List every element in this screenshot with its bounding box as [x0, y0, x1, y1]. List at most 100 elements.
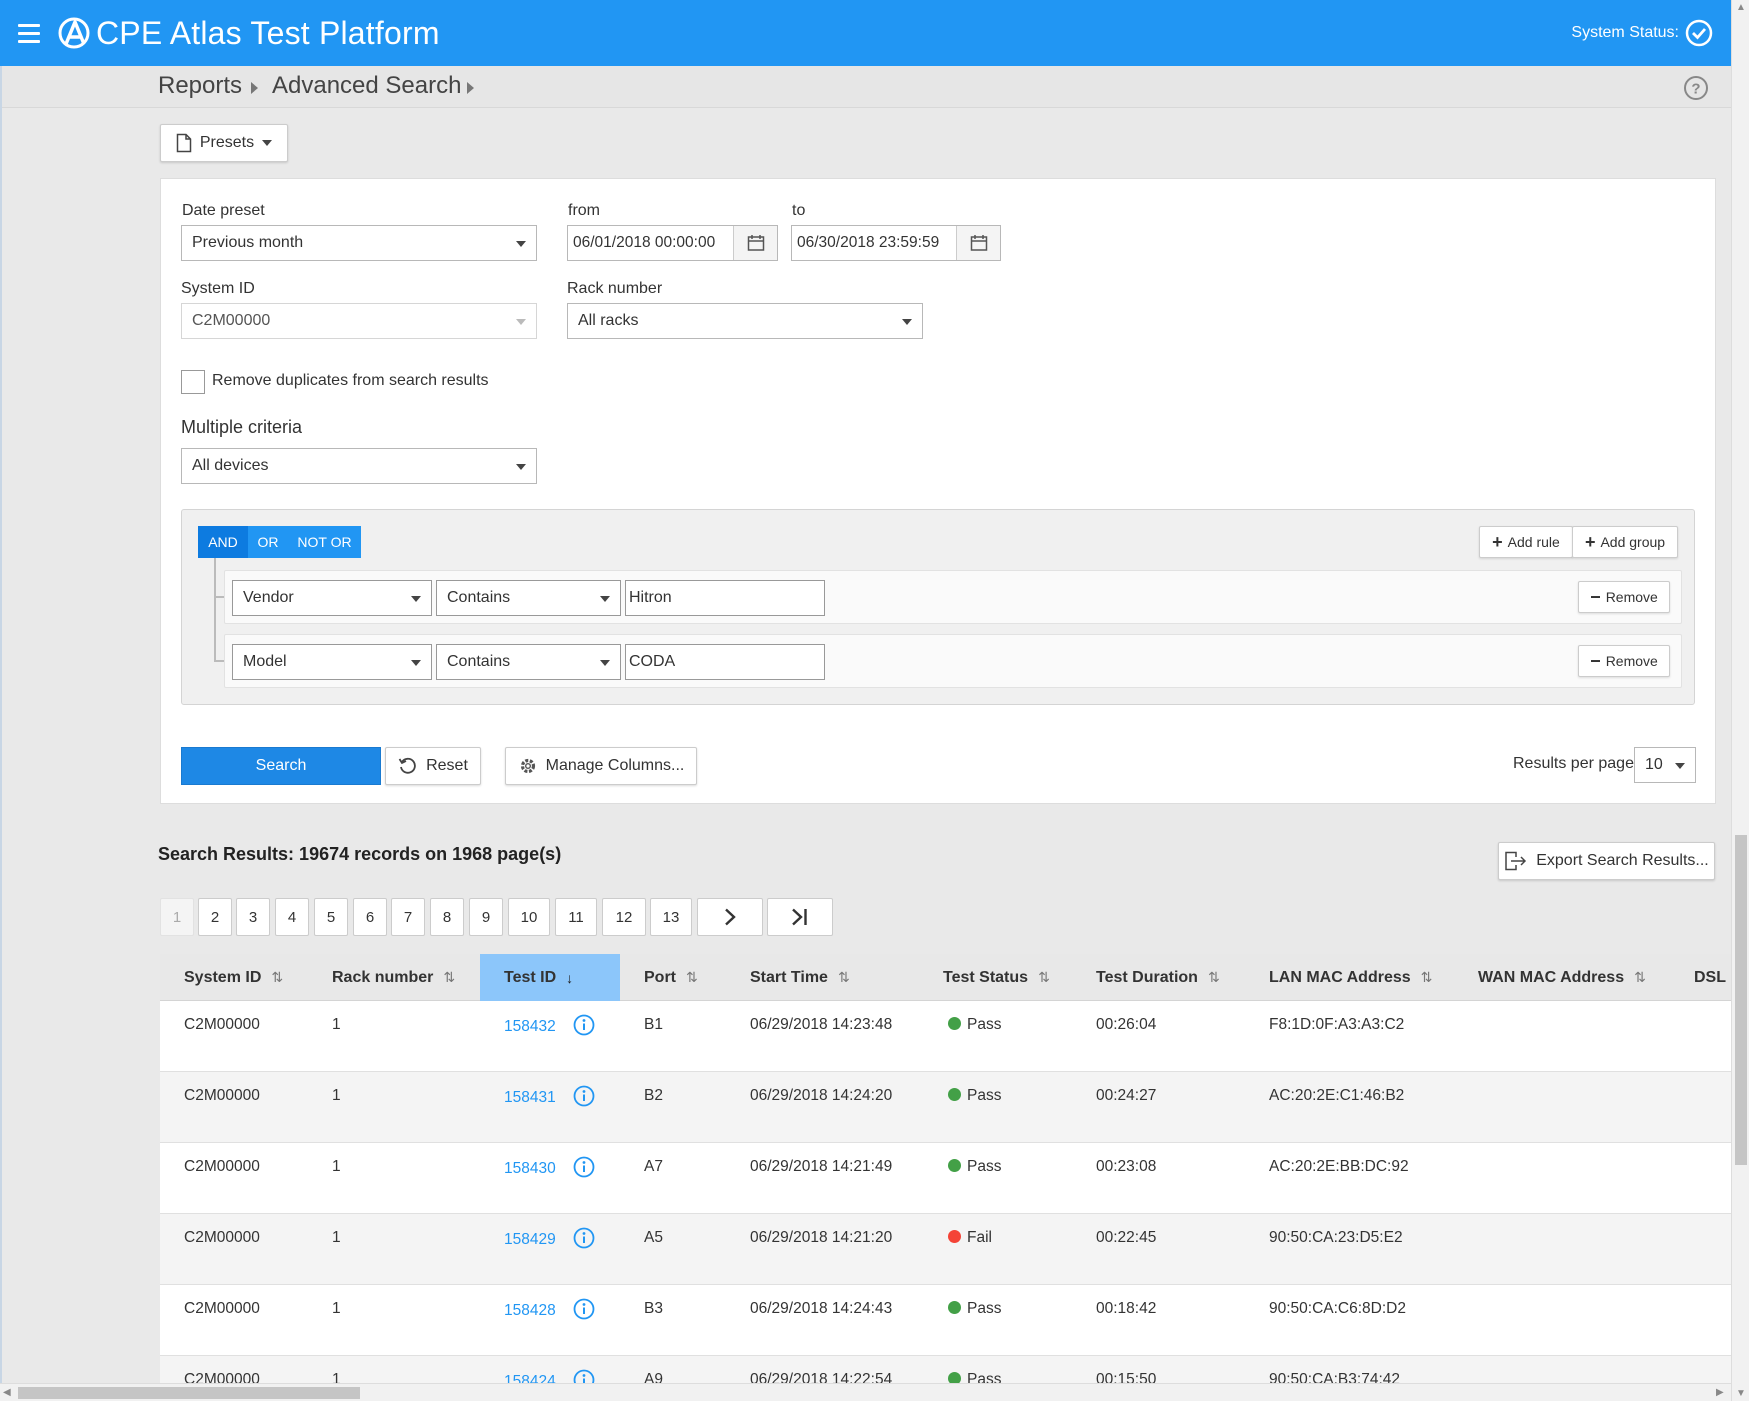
scroll-right-icon[interactable]: ▶: [1716, 1387, 1724, 1398]
menu-icon[interactable]: [18, 23, 40, 43]
status-pass-dot: [948, 1017, 961, 1030]
logic-not-or-button[interactable]: NOT OR: [288, 526, 361, 558]
rule-operator-select[interactable]: Contains: [436, 644, 621, 680]
horizontal-scrollbar[interactable]: ◀ ▶: [0, 1383, 1731, 1401]
page-button[interactable]: 13: [650, 898, 692, 936]
help-icon[interactable]: ?: [1683, 75, 1709, 101]
remove-duplicates-label[interactable]: Remove duplicates from search results: [212, 372, 489, 390]
add-rule-button[interactable]: + Add rule: [1479, 526, 1573, 558]
system-id-select[interactable]: C2M00000: [181, 303, 537, 339]
page-button[interactable]: 10: [508, 898, 550, 936]
sort-icon[interactable]: ⇅: [686, 969, 698, 986]
info-icon[interactable]: [573, 1298, 595, 1320]
last-page-button[interactable]: [767, 898, 833, 936]
cell-rack: 1: [332, 1300, 341, 1317]
rule-value-input[interactable]: Hitron: [625, 580, 825, 616]
column-header-wan-mac[interactable]: WAN MAC Address ⇅: [1478, 954, 1646, 1001]
column-header-rack-number[interactable]: Rack number ⇅: [332, 954, 455, 1001]
logic-or-button[interactable]: OR: [248, 526, 288, 558]
sort-icon[interactable]: ⇅: [1038, 969, 1050, 986]
column-header-system-id[interactable]: System ID ⇅: [184, 954, 283, 1001]
scrollbar-thumb[interactable]: [1735, 835, 1747, 1165]
table-row[interactable]: C2M00000 1 158430 A7 06/29/2018 14:21:49…: [160, 1143, 1731, 1214]
page-button[interactable]: 11: [555, 898, 597, 936]
sort-desc-icon[interactable]: ↓: [566, 970, 573, 986]
table-row[interactable]: C2M00000 1 158428 B3 06/29/2018 14:24:43…: [160, 1285, 1731, 1356]
scroll-down-icon[interactable]: ▼: [1736, 1388, 1746, 1399]
breadcrumb-reports[interactable]: Reports: [158, 72, 242, 100]
sort-icon[interactable]: ⇅: [1634, 969, 1646, 986]
multiple-criteria-value: All devices: [192, 457, 269, 474]
presets-button[interactable]: Presets: [160, 124, 288, 162]
info-icon[interactable]: [573, 1227, 595, 1249]
page-button[interactable]: 2: [198, 898, 232, 936]
date-preset-select[interactable]: Previous month: [181, 225, 537, 261]
column-header-lan-mac[interactable]: LAN MAC Address ⇅: [1269, 954, 1432, 1001]
cell-test-id-link[interactable]: 158429: [504, 1231, 556, 1249]
search-button[interactable]: Search: [181, 747, 381, 785]
calendar-icon[interactable]: [956, 226, 1000, 260]
rule-field-select[interactable]: Model: [232, 644, 432, 680]
sort-icon[interactable]: ⇅: [443, 969, 455, 986]
rule-field-select[interactable]: Vendor: [232, 580, 432, 616]
rule-operator-value: Contains: [447, 589, 511, 606]
rule-value-input[interactable]: CODA: [625, 644, 825, 680]
from-date-field[interactable]: 06/01/2018 00:00:00: [567, 225, 778, 261]
column-header-test-duration[interactable]: Test Duration ⇅: [1096, 954, 1220, 1001]
rule-operator-select[interactable]: Contains: [436, 580, 621, 616]
info-icon[interactable]: [573, 1156, 595, 1178]
column-header-port[interactable]: Port ⇅: [644, 954, 698, 1001]
scrollbar-thumb[interactable]: [18, 1387, 360, 1399]
page-button[interactable]: 12: [602, 898, 646, 936]
table-header: System ID ⇅ Rack number ⇅ Test ID ↓ Port ⇅ S…: [160, 954, 1731, 1001]
rule-field-value: Model: [243, 653, 287, 670]
sort-icon[interactable]: ⇅: [1421, 969, 1433, 986]
sort-icon[interactable]: ⇅: [1208, 969, 1220, 986]
scroll-left-icon[interactable]: ◀: [3, 1387, 11, 1398]
page-button[interactable]: 8: [430, 898, 464, 936]
remove-rule-button[interactable]: − Remove: [1578, 581, 1670, 613]
cell-test-id-link[interactable]: 158428: [504, 1302, 556, 1320]
rack-number-select[interactable]: All racks: [567, 303, 923, 339]
table-row[interactable]: C2M00000 1 158429 A5 06/29/2018 14:21:20…: [160, 1214, 1731, 1285]
cell-test-id-link[interactable]: 158430: [504, 1160, 556, 1178]
next-page-button[interactable]: [697, 898, 763, 936]
results-per-page-select[interactable]: 10: [1634, 747, 1696, 783]
remove-rule-button[interactable]: − Remove: [1578, 645, 1670, 677]
manage-columns-button[interactable]: Manage Columns...: [505, 747, 697, 785]
column-header-start-time[interactable]: Start Time ⇅: [750, 954, 850, 1001]
export-search-results-button[interactable]: Export Search Results...: [1498, 842, 1715, 880]
page-button[interactable]: 7: [391, 898, 425, 936]
table-row[interactable]: C2M00000 1 158431 B2 06/29/2018 14:24:20…: [160, 1072, 1731, 1143]
cell-test-id-link[interactable]: 158432: [504, 1018, 556, 1036]
logic-and-button[interactable]: AND: [198, 526, 248, 558]
cell-system-id: C2M00000: [184, 1158, 260, 1175]
add-group-button[interactable]: + Add group: [1572, 526, 1678, 558]
column-header-test-status[interactable]: Test Status ⇅: [943, 954, 1050, 1001]
cell-test-id-link[interactable]: 158431: [504, 1089, 556, 1107]
sort-icon[interactable]: ⇅: [271, 969, 283, 986]
column-header-dsl[interactable]: DSL M: [1694, 954, 1731, 1001]
check-circle-icon[interactable]: [1685, 19, 1713, 47]
vertical-scrollbar[interactable]: ▲ ▼: [1731, 0, 1749, 1401]
info-icon[interactable]: [573, 1369, 595, 1384]
table-row[interactable]: C2M00000 1 158424 A9 06/29/2018 14:22:54…: [160, 1356, 1731, 1384]
page-button[interactable]: 4: [275, 898, 309, 936]
page-button[interactable]: 6: [353, 898, 387, 936]
column-header-test-id[interactable]: Test ID ↓: [480, 954, 620, 1001]
to-date-field[interactable]: 06/30/2018 23:59:59: [791, 225, 1001, 261]
info-icon[interactable]: [573, 1085, 595, 1107]
page-button[interactable]: 9: [469, 898, 503, 936]
scroll-up-icon[interactable]: ▲: [1736, 2, 1746, 13]
page-button[interactable]: 3: [236, 898, 270, 936]
reset-button[interactable]: Reset: [385, 747, 481, 785]
sort-icon[interactable]: ⇅: [838, 969, 850, 986]
multiple-criteria-select[interactable]: All devices: [181, 448, 537, 484]
breadcrumb-advanced-search[interactable]: Advanced Search: [272, 72, 461, 100]
page-button[interactable]: 5: [314, 898, 348, 936]
remove-duplicates-checkbox[interactable]: [181, 370, 205, 394]
calendar-icon[interactable]: [733, 226, 777, 260]
table-row[interactable]: C2M00000 1 158432 B1 06/29/2018 14:23:48…: [160, 1001, 1731, 1072]
page-button-current[interactable]: 1: [160, 898, 194, 936]
info-icon[interactable]: [573, 1014, 595, 1036]
